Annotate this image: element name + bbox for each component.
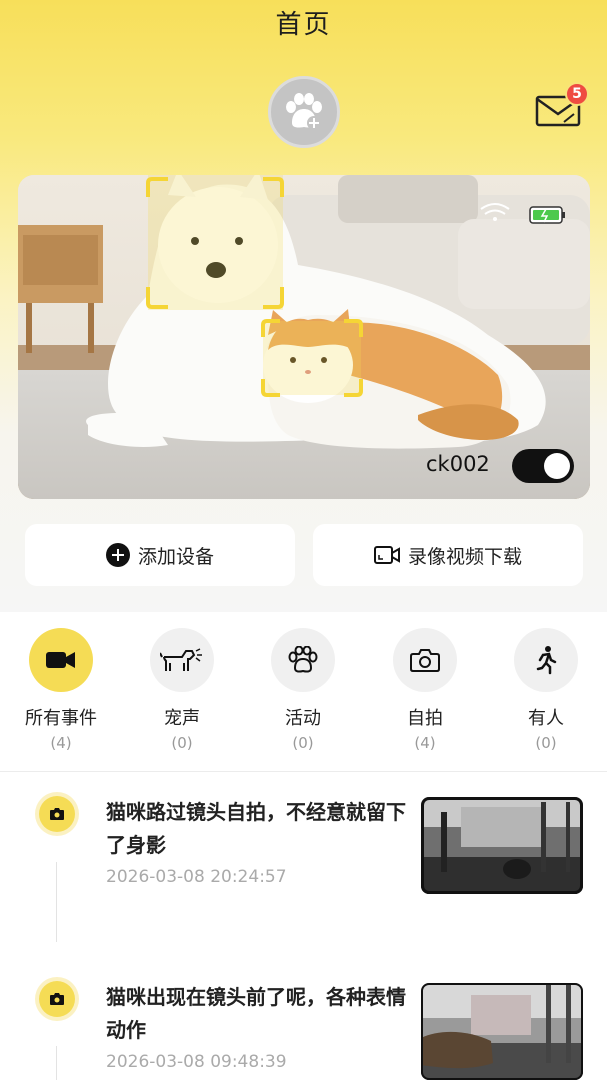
add-device-label: 添加设备 — [137, 545, 214, 568]
device-name: ck002 — [426, 452, 490, 476]
filter-pet-sound[interactable]: 宠声 (0) — [127, 628, 237, 752]
live-camera-image — [18, 175, 590, 499]
event-title[interactable]: 猫咪出现在镜头前了呢，各种表情动作 — [106, 981, 408, 1047]
event-thumbnail[interactable] — [421, 983, 583, 1080]
filter-selfie[interactable]: 自拍 (4) — [370, 628, 480, 752]
camera-icon — [50, 808, 64, 820]
walking-person-icon — [514, 628, 578, 692]
filter-label: 所有事件 — [25, 708, 97, 729]
barking-dog-icon — [150, 628, 214, 692]
filter-count: (4) — [50, 734, 72, 752]
filter-label: 有人 — [528, 708, 564, 729]
unread-badge: 5 — [565, 82, 589, 106]
filter-all-events[interactable]: 所有事件 (4) — [6, 628, 116, 752]
filter-count: (4) — [414, 734, 436, 752]
plus-circle-icon — [105, 543, 130, 567]
download-video-label: 录像视频下载 — [407, 545, 522, 568]
filter-label: 宠声 — [164, 708, 200, 729]
filter-count: (0) — [292, 734, 314, 752]
timeline-line — [56, 1046, 57, 1080]
paw-plus-icon — [286, 93, 322, 130]
camera-icon — [50, 993, 64, 1005]
camera-power-toggle[interactable] — [512, 449, 574, 483]
event-time: 2026-03-08 20:24:57 — [106, 867, 287, 887]
filter-count: (0) — [535, 734, 557, 752]
event-title[interactable]: 猫咪路过镜头自拍，不经意就留下了身影 — [106, 796, 408, 862]
event-type-icon — [35, 792, 79, 836]
filter-activity[interactable]: 活动 (0) — [248, 628, 358, 752]
filter-label: 活动 — [285, 708, 321, 729]
timeline-line — [56, 862, 57, 942]
camera-preview[interactable] — [18, 175, 590, 499]
paw-icon — [271, 628, 335, 692]
filter-count: (0) — [171, 734, 193, 752]
camera-icon — [393, 628, 457, 692]
battery-icon — [529, 206, 565, 224]
download-video-button[interactable]: 录像视频下载 — [313, 524, 583, 586]
add-device-button[interactable]: 添加设备 — [25, 524, 295, 586]
page-title: 首页 — [275, 10, 332, 40]
event-time: 2026-03-08 09:48:39 — [106, 1052, 287, 1072]
video-recording-icon — [373, 546, 400, 564]
event-snapshot-image — [421, 797, 583, 894]
event-thumbnail[interactable] — [421, 797, 583, 894]
video-camera-icon — [29, 628, 93, 692]
add-pet-avatar-button[interactable] — [268, 76, 340, 148]
filter-label: 自拍 — [407, 708, 443, 729]
filter-person[interactable]: 有人 (0) — [491, 628, 601, 752]
event-snapshot-image — [421, 983, 583, 1080]
event-type-icon — [35, 977, 79, 1021]
